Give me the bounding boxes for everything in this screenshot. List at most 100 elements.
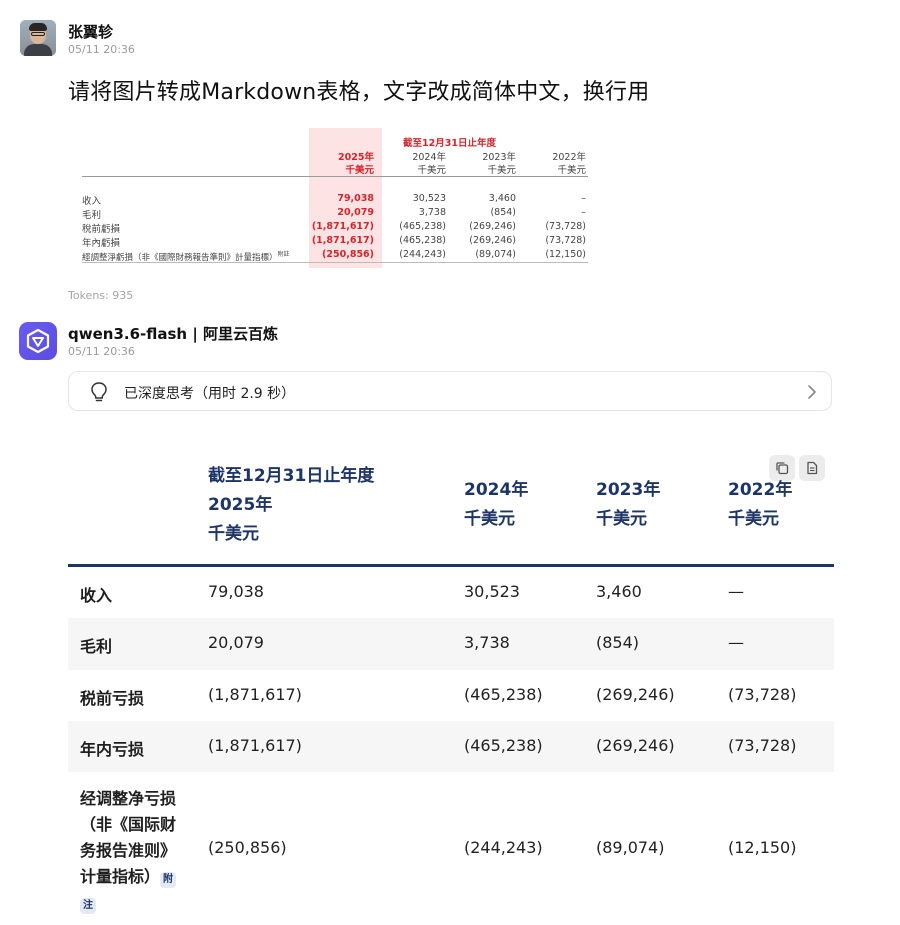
table-row: 收入 79,038 30,523 3,460 —	[68, 567, 834, 618]
header-unit: 千美元	[596, 509, 647, 529]
attach-cell: 79,038	[337, 193, 374, 204]
attach-cell: (854)	[490, 207, 516, 218]
attach-year: 2025年	[338, 152, 374, 163]
table-header-cell: 截至12月31日止年度 2025年 千美元	[208, 462, 374, 549]
header-year: 2023年	[596, 480, 661, 500]
attach-period-title: 截至12月31日止年度	[403, 138, 496, 149]
attached-image[interactable]: 截至12月31日止年度 2025年 2024年 2023年 2022年 千美元 …	[70, 128, 603, 268]
table-cell: 3,738	[464, 633, 510, 652]
export-document-button[interactable]	[799, 455, 825, 481]
table-row: 毛利 20,079 3,738 (854) —	[68, 618, 834, 670]
attach-cell: –	[581, 193, 586, 204]
attach-year: 2023年	[482, 152, 516, 163]
table-cell: (1,871,617)	[208, 736, 302, 755]
table-cell: (12,150)	[728, 838, 797, 857]
attach-cell: (269,246)	[469, 235, 516, 246]
attach-cell: (73,728)	[545, 221, 586, 232]
attach-year: 2024年	[412, 152, 446, 163]
attach-row-label: 收入	[82, 196, 102, 207]
table-cell: (269,246)	[596, 685, 675, 704]
footnote-tag[interactable]: 注	[80, 898, 96, 914]
attach-cell: (89,074)	[475, 249, 516, 260]
attach-unit: 千美元	[417, 165, 446, 176]
assistant-timestamp: 05/11 20:36	[68, 345, 135, 358]
table-cell: (73,728)	[728, 736, 797, 755]
row-label-line: 经调整净亏损	[80, 789, 177, 808]
attach-cell: (269,246)	[469, 221, 516, 232]
user-timestamp: 05/11 20:36	[68, 43, 135, 56]
chevron-right-icon	[808, 385, 816, 399]
header-year: 2025年	[208, 495, 273, 515]
table-cell: (1,871,617)	[208, 685, 302, 704]
attach-cell: (465,238)	[399, 235, 446, 246]
lightbulb-icon	[91, 382, 107, 402]
attach-cell: –	[581, 207, 586, 218]
attach-year: 2022年	[552, 152, 586, 163]
table-cell: 79,038	[208, 582, 264, 601]
table-cell: 20,079	[208, 633, 264, 652]
row-label-line: （非《国际财	[80, 815, 177, 834]
header-unit: 千美元	[208, 524, 259, 544]
attach-unit: 千美元	[345, 165, 374, 176]
attach-footnote: 附註	[277, 251, 290, 258]
header-period-title: 截至12月31日止年度	[208, 466, 375, 486]
table-cell: —	[728, 633, 744, 652]
attach-row-label: 毛利	[82, 210, 102, 221]
header-year: 2022年	[728, 480, 793, 500]
row-label: 毛利	[80, 637, 113, 656]
attach-cell: 3,460	[488, 193, 516, 204]
thinking-toggle[interactable]: 已深度思考（用时 2.9 秒）	[68, 371, 832, 411]
document-icon	[807, 461, 818, 475]
attach-unit: 千美元	[557, 165, 586, 176]
row-label: 收入	[80, 586, 113, 605]
attach-cell: (465,238)	[399, 221, 446, 232]
user-avatar	[20, 20, 56, 56]
attach-cell: 20,079	[337, 207, 374, 218]
attach-cell: (1,871,617)	[311, 221, 374, 232]
table-cell: (89,074)	[596, 838, 665, 857]
thinking-label: 已深度思考（用时 2.9 秒）	[124, 386, 296, 402]
table-header-cell: 2022年 千美元	[728, 476, 792, 534]
table-cell: (244,243)	[464, 838, 543, 857]
attach-cell: (250,856)	[322, 249, 374, 260]
row-label-line: 务报告准则》	[80, 841, 177, 860]
table-row: 经调整净亏损 （非《国际财 务报告准则》 计量指标）附 注 (250,856) …	[68, 772, 834, 914]
attach-row-label: 稅前虧損	[82, 224, 121, 235]
table-cell: (250,856)	[208, 838, 287, 857]
table-cell: 3,460	[596, 582, 642, 601]
attach-cell: 3,738	[418, 207, 446, 218]
table-cell: (465,238)	[464, 736, 543, 755]
table-cell: (73,728)	[728, 685, 797, 704]
row-label-line: 计量指标）	[80, 867, 161, 886]
table-row: 税前亏损 (1,871,617) (465,238) (269,246) (73…	[68, 670, 834, 721]
assistant-name: qwen3.6-flash | 阿里云百炼	[68, 325, 279, 343]
row-label: 经调整净亏损 （非《国际财 务报告准则》 计量指标）附 注	[80, 786, 177, 916]
table-cell: (465,238)	[464, 685, 543, 704]
table-cell: 30,523	[464, 582, 520, 601]
attach-cell: 30,523	[412, 193, 446, 204]
row-label: 年内亏损	[80, 740, 145, 759]
attach-row-label: 年內虧損	[82, 238, 121, 249]
attach-cell: (73,728)	[545, 235, 586, 246]
table-header-cell: 2024年 千美元	[464, 476, 528, 534]
table-cell: (854)	[596, 633, 640, 652]
table-header-cell: 2023年 千美元	[596, 476, 660, 534]
header-unit: 千美元	[464, 509, 515, 529]
footnote-tag[interactable]: 附	[160, 872, 177, 888]
header-year: 2024年	[464, 480, 529, 500]
attach-row-label: 經調整淨虧損（非《國際財務報告準則》計量指標）附註	[82, 249, 290, 263]
attach-cell: (1,871,617)	[311, 235, 374, 246]
qwen-logo-icon	[26, 328, 50, 354]
user-message: 请将图片转成Markdown表格，文字改成简体中文，换行用	[68, 80, 650, 105]
table-cell: (269,246)	[596, 736, 675, 755]
table-cell: —	[728, 582, 744, 601]
header-unit: 千美元	[728, 509, 779, 529]
assistant-avatar	[19, 322, 57, 360]
row-label: 税前亏损	[80, 689, 145, 708]
attach-unit: 千美元	[487, 165, 516, 176]
table-row: 年内亏损 (1,871,617) (465,238) (269,246) (73…	[68, 721, 834, 772]
attach-cell: (12,150)	[545, 249, 586, 260]
token-count: Tokens: 935	[68, 289, 134, 302]
copy-icon	[776, 462, 789, 475]
user-name: 张翼轸	[68, 23, 114, 41]
